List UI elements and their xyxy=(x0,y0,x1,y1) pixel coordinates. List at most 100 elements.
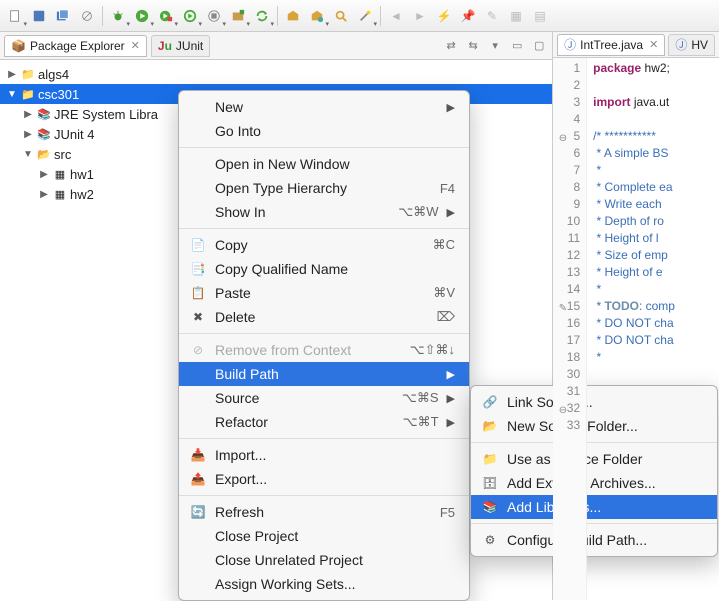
line-number: 30 xyxy=(553,366,580,383)
shortcut: ⌥⌘T xyxy=(403,414,439,430)
bp-link-source[interactable]: 🔗Link Source... xyxy=(471,390,717,414)
tb-save-all[interactable] xyxy=(52,5,74,27)
ctx-paste[interactable]: 📋Paste⌘V xyxy=(179,281,469,305)
tb-new[interactable]: ▾ xyxy=(4,5,26,27)
ctx-assign-working-sets[interactable]: Assign Working Sets... xyxy=(179,572,469,596)
code-line[interactable]: * Height of e xyxy=(593,264,719,281)
code-line[interactable]: * Depth of ro xyxy=(593,213,719,230)
bp-configure-build-path[interactable]: ⚙Configure Build Path... xyxy=(471,528,717,552)
minimize-icon[interactable]: ▭ xyxy=(508,37,526,55)
menu-label: New xyxy=(215,99,439,115)
link-editor-icon[interactable]: ⇆ xyxy=(464,37,482,55)
tb-grid[interactable]: ▤ xyxy=(529,5,551,27)
shortcut: ⌥⌘S xyxy=(402,390,439,406)
code-line[interactable]: package hw2; xyxy=(593,60,719,77)
ctx-show-in[interactable]: Show In⌥⌘W▶ xyxy=(179,200,469,224)
tb-search[interactable] xyxy=(330,5,352,27)
tab-package-explorer[interactable]: 📦 Package Explorer ✕ xyxy=(4,35,147,57)
editor-tab-hv[interactable]: Ⓙ HV xyxy=(668,34,715,56)
code-line[interactable]: * xyxy=(593,281,719,298)
code-line[interactable]: * xyxy=(593,162,719,179)
close-icon[interactable]: ✕ xyxy=(649,38,658,51)
code-line[interactable] xyxy=(593,77,719,94)
bp-use-as-source-folder[interactable]: 📁Use as Source Folder xyxy=(471,447,717,471)
tb-pin[interactable]: 📌 xyxy=(457,5,479,27)
maximize-icon[interactable]: ▢ xyxy=(530,37,548,55)
tb-open-task[interactable]: ▾ xyxy=(306,5,328,27)
tb-cal[interactable]: ▦ xyxy=(505,5,527,27)
tb-newpkg[interactable]: ▾ xyxy=(227,5,249,27)
code-line[interactable]: import java.ut xyxy=(593,94,719,111)
menu-label: Close Unrelated Project xyxy=(215,552,455,568)
menu-label: Build Path xyxy=(215,366,439,382)
bp-add-external-archives[interactable]: 🗄Add External Archives... xyxy=(471,471,717,495)
ctx-go-into[interactable]: Go Into xyxy=(179,119,469,143)
bp-add-libraries[interactable]: 📚Add Libraries... xyxy=(471,495,717,519)
ctx-build-path[interactable]: Build Path▶ xyxy=(179,362,469,386)
tb-skip[interactable] xyxy=(76,5,98,27)
package-explorer-icon: 📦 xyxy=(11,39,26,53)
tb-wrench[interactable]: ✎ xyxy=(481,5,503,27)
expand-arrow-icon[interactable]: ▼ xyxy=(6,89,18,100)
ctx-refactor[interactable]: Refactor⌥⌘T▶ xyxy=(179,410,469,434)
tb-run-ext[interactable]: ▾ xyxy=(155,5,177,27)
expand-arrow-icon[interactable]: ▶ xyxy=(22,129,34,140)
ctx-delete[interactable]: ✖Delete⌦ xyxy=(179,305,469,329)
close-icon[interactable]: ✕ xyxy=(131,39,140,52)
tb-sync[interactable]: ▾ xyxy=(251,5,273,27)
tb-open-type[interactable] xyxy=(282,5,304,27)
bp-new-source-folder[interactable]: 📂New Source Folder... xyxy=(471,414,717,438)
line-number: 7 xyxy=(553,162,580,179)
ctx-import[interactable]: 📥Import... xyxy=(179,443,469,467)
menu-label: Source xyxy=(215,390,370,406)
code-line[interactable] xyxy=(593,111,719,128)
code-line[interactable]: * DO NOT cha xyxy=(593,315,719,332)
tb-nav-back[interactable]: ◄ xyxy=(385,5,407,27)
line-number: ✎15 xyxy=(553,298,580,315)
tb-coverage[interactable]: ▾ xyxy=(179,5,201,27)
code-line[interactable]: * Complete ea xyxy=(593,179,719,196)
code-line[interactable]: * A simple BS xyxy=(593,145,719,162)
ctx-open-in-new-window[interactable]: Open in New Window xyxy=(179,152,469,176)
expand-arrow-icon[interactable]: ▶ xyxy=(22,109,34,120)
line-number: 1 xyxy=(553,60,580,77)
code-line[interactable]: * TODO: comp xyxy=(593,298,719,315)
expand-arrow-icon[interactable]: ▶ xyxy=(6,69,18,80)
code-line[interactable] xyxy=(593,366,719,383)
ctx-open-type-hierarchy[interactable]: Open Type HierarchyF4 xyxy=(179,176,469,200)
collapse-all-icon[interactable]: ⇄ xyxy=(442,37,460,55)
tb-save[interactable] xyxy=(28,5,50,27)
tb-stop[interactable]: ▾ xyxy=(203,5,225,27)
code-line[interactable]: * DO NOT cha xyxy=(593,332,719,349)
ctx-copy-qualified-name[interactable]: 📑Copy Qualified Name xyxy=(179,257,469,281)
tree-row-algs4[interactable]: ▶📁algs4 xyxy=(0,64,552,84)
ctx-export[interactable]: 📤Export... xyxy=(179,467,469,491)
tb-run[interactable]: ▾ xyxy=(131,5,153,27)
tb-bolt[interactable]: ⚡ xyxy=(433,5,455,27)
import-icon: 📥 xyxy=(189,447,207,463)
tb-debug[interactable]: ▾ xyxy=(107,5,129,27)
ctx-close-project[interactable]: Close Project xyxy=(179,524,469,548)
ctx-source[interactable]: Source⌥⌘S▶ xyxy=(179,386,469,410)
ctx-copy[interactable]: 📄Copy⌘C xyxy=(179,233,469,257)
expand-arrow-icon[interactable]: ▼ xyxy=(22,149,34,160)
code-line[interactable]: * Write each xyxy=(593,196,719,213)
ctx-close-unrelated-project[interactable]: Close Unrelated Project xyxy=(179,548,469,572)
code-line[interactable]: * xyxy=(593,349,719,366)
code-line[interactable]: /* *********** xyxy=(593,128,719,145)
tb-wand[interactable]: ▾ xyxy=(354,5,376,27)
code-line[interactable]: * Size of emp xyxy=(593,247,719,264)
view-menu-icon[interactable]: ▾ xyxy=(486,37,504,55)
editor-tabs: Ⓙ IntTree.java ✕ Ⓙ HV xyxy=(553,32,719,58)
menu-label: Refresh xyxy=(215,504,408,520)
menu-label: Open in New Window xyxy=(215,156,455,172)
expand-arrow-icon[interactable]: ▶ xyxy=(38,189,50,200)
tab-junit[interactable]: Ju JUnit xyxy=(151,35,210,57)
menu-label: Delete xyxy=(215,309,405,325)
ctx-refresh[interactable]: 🔄RefreshF5 xyxy=(179,500,469,524)
expand-arrow-icon[interactable]: ▶ xyxy=(38,169,50,180)
editor-tab-inttree[interactable]: Ⓙ IntTree.java ✕ xyxy=(557,34,665,56)
ctx-new[interactable]: New▶ xyxy=(179,95,469,119)
tb-nav-fwd[interactable]: ► xyxy=(409,5,431,27)
code-line[interactable]: * Height of l xyxy=(593,230,719,247)
